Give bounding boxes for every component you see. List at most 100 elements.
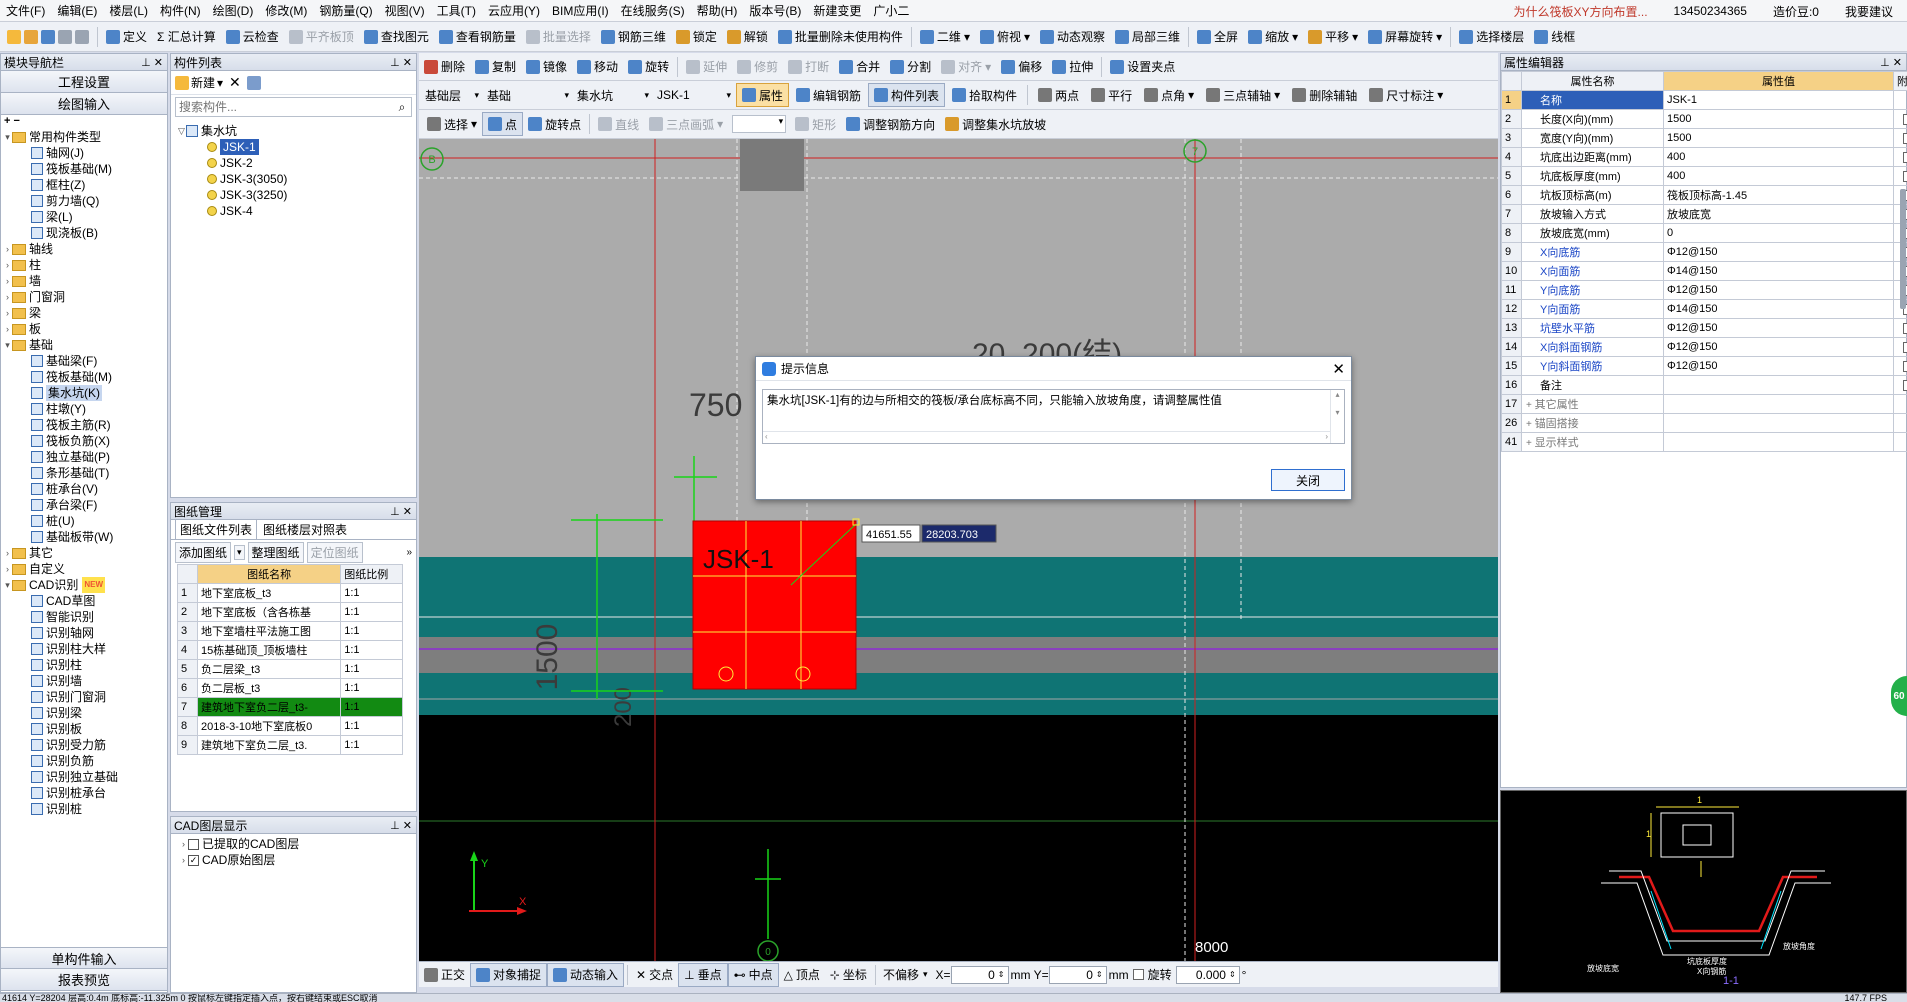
nav-tree-item[interactable]: 剪力墙(Q) — [1, 193, 167, 209]
add-drawing-dropdown-icon[interactable]: ▾ — [234, 544, 245, 560]
three-point-axis-button[interactable]: 三点辅轴 ▾ — [1201, 83, 1285, 107]
nav-tree-item[interactable]: › 板 — [1, 321, 167, 337]
property-value-cell[interactable]: 1500 — [1663, 128, 1894, 148]
nav-tree-item[interactable]: 识别轴网 — [1, 625, 167, 641]
project-settings-button[interactable]: 工程设置 — [1, 71, 167, 93]
component-item-jsk-4[interactable]: JSK-4 — [177, 203, 416, 219]
attach-checkbox[interactable] — [1903, 322, 1907, 334]
expand-icon[interactable]: + — [1526, 400, 1535, 411]
edit-rebar-button[interactable]: 编辑钢筋 — [791, 83, 866, 107]
property-value-cell[interactable]: Φ14@150 — [1663, 261, 1894, 281]
nav-tree-item[interactable]: 识别墙 — [1, 673, 167, 689]
split-button[interactable]: 分割 — [885, 55, 936, 79]
attach-checkbox[interactable] — [1903, 379, 1907, 391]
save-icon[interactable] — [41, 29, 55, 44]
property-value-cell[interactable]: Φ12@150 — [1663, 280, 1894, 300]
nav-tree-item[interactable]: ▾ 基础 — [1, 337, 167, 353]
property-row[interactable]: 16 备注 — [1501, 375, 1907, 395]
property-row[interactable]: 11 Y向底筋 Φ12@150 — [1501, 280, 1907, 300]
open-file-icon[interactable] — [24, 29, 38, 44]
expand-icon[interactable]: › — [3, 273, 12, 289]
nav-tree-item[interactable]: › 柱 — [1, 257, 167, 273]
property-value-cell[interactable]: Φ12@150 — [1663, 318, 1894, 338]
close-icon[interactable]: ✕ — [1332, 360, 1345, 378]
menu-tools[interactable]: 工具(T) — [431, 2, 482, 19]
arc-option-select[interactable]: ▾ — [732, 115, 787, 133]
point-angle-button[interactable]: 点角 ▾ — [1139, 83, 1199, 107]
align-slab-top-button[interactable]: 平齐板顶 — [284, 25, 359, 49]
expand-icon[interactable]: › — [3, 321, 12, 337]
phone-account[interactable]: 13450234365 — [1668, 4, 1753, 18]
tree-root-sump-pit[interactable]: ▽ 集水坑 — [177, 123, 416, 139]
nav-tree-item[interactable]: 识别负筋 — [1, 753, 167, 769]
property-value-cell[interactable] — [1663, 413, 1894, 433]
property-row[interactable]: 7 放坡输入方式 放坡底宽 — [1501, 204, 1907, 224]
expand-icon[interactable]: › — [3, 545, 12, 561]
mirror-button[interactable]: 镜像 — [521, 55, 572, 79]
attach-checkbox[interactable] — [1903, 360, 1907, 372]
pin-close-icon[interactable]: ⊥ ✕ — [386, 819, 416, 832]
redo-icon[interactable] — [75, 29, 89, 44]
type-select[interactable]: 集水坑 ▾ — [574, 85, 652, 105]
rotate-button[interactable]: 旋转 — [623, 55, 674, 79]
vertex-snap[interactable]: △ 顶点 — [779, 963, 825, 987]
adjust-rebar-direction-button[interactable]: 调整钢筋方向 — [841, 112, 940, 136]
rectangle-button[interactable]: 矩形 — [790, 112, 841, 136]
nav-tree-item[interactable]: 柱墩(Y) — [1, 401, 167, 417]
batch-select-button[interactable]: 批量选择 — [521, 25, 596, 49]
attach-checkbox[interactable] — [1903, 341, 1907, 353]
col-drawing-name[interactable]: 图纸名称 — [196, 564, 342, 584]
spin-icon[interactable]: ⇕ — [1229, 970, 1236, 979]
expand-icon[interactable]: + — [1526, 438, 1535, 449]
col-drawing-scale[interactable]: 图纸比例 — [340, 564, 403, 584]
drawing-row[interactable]: 3 地下室墙柱平法施工图 1:1 — [177, 621, 403, 641]
component-search-input[interactable] — [176, 98, 393, 116]
menu-assistant[interactable]: 广小二 — [867, 2, 915, 19]
delete-button[interactable]: 删除 — [419, 55, 470, 79]
merge-button[interactable]: 合并 — [834, 55, 885, 79]
pin-close-icon[interactable]: ⊥ ✕ — [386, 505, 416, 518]
fullscreen-button[interactable]: 全屏 — [1192, 25, 1243, 49]
nav-tree-item[interactable]: › 其它 — [1, 545, 167, 561]
expand-icon[interactable]: › — [3, 561, 12, 577]
search-icon[interactable]: ⌕ — [393, 100, 411, 115]
nav-tree-item[interactable]: 识别柱大样 — [1, 641, 167, 657]
new-component-button[interactable]: 新建 ▾ — [175, 74, 223, 91]
align-button[interactable]: 对齐 ▾ — [936, 55, 996, 79]
property-row[interactable]: 8 放坡底宽(mm) 0 — [1501, 223, 1907, 243]
point-button[interactable]: 点 — [482, 112, 524, 136]
midpoint-snap[interactable]: ⊷ 中点 — [727, 962, 779, 987]
nav-tree-item[interactable]: 识别梁 — [1, 705, 167, 721]
property-value-cell[interactable]: Φ12@150 — [1663, 356, 1894, 376]
menu-component[interactable]: 构件(N) — [154, 2, 207, 19]
component-item-jsk-3-3250[interactable]: JSK-3(3250) — [177, 187, 416, 203]
new-file-icon[interactable] — [7, 29, 21, 44]
property-value-cell[interactable]: 400 — [1663, 166, 1894, 186]
menu-floor[interactable]: 楼层(L) — [103, 2, 154, 19]
property-row[interactable]: 9 X向底筋 Φ12@150 — [1501, 242, 1907, 262]
property-value-cell[interactable]: 筏板顶标高-1.45 — [1663, 185, 1894, 205]
property-row[interactable]: 1 名称 JSK-1 — [1501, 90, 1907, 110]
menu-view[interactable]: 视图(V) — [379, 2, 431, 19]
nav-tree-item[interactable]: 识别板 — [1, 721, 167, 737]
menu-edit[interactable]: 编辑(E) — [51, 2, 103, 19]
property-value-cell[interactable]: JSK-1 — [1663, 90, 1894, 110]
property-row[interactable]: 14 X向斜面钢筋 Φ12@150 — [1501, 337, 1907, 357]
attach-checkbox[interactable] — [1903, 170, 1907, 182]
menu-rebar[interactable]: 钢筋量(Q) — [313, 2, 378, 19]
property-value-cell[interactable]: Φ14@150 — [1663, 299, 1894, 319]
line-button[interactable]: 直线 — [593, 112, 644, 136]
ad-link[interactable]: 为什么筏板XY方向布置... — [1508, 3, 1654, 20]
summary-calc-button[interactable]: Σ 汇总计算 — [152, 25, 221, 49]
expand-icon[interactable]: + — [1526, 419, 1535, 430]
expand-icon[interactable]: › — [3, 289, 12, 305]
intersection-snap[interactable]: ✕ 交点 — [631, 963, 678, 987]
property-value-cell[interactable]: Φ12@150 — [1663, 242, 1894, 262]
nav-tree-item[interactable]: 桩承台(V) — [1, 481, 167, 497]
set-grip-button[interactable]: 设置夹点 — [1105, 55, 1180, 79]
cloud-check-button[interactable]: 云检查 — [221, 25, 284, 49]
drawing-canvas[interactable]: B 7 0 20_200(结) 750 1500 200 8000 JSK-1 … — [419, 139, 1498, 961]
break-button[interactable]: 打断 — [783, 55, 834, 79]
three-point-arc-button[interactable]: 三点画弧 ▾ — [644, 112, 728, 136]
two-point-button[interactable]: 两点 — [1033, 83, 1084, 107]
